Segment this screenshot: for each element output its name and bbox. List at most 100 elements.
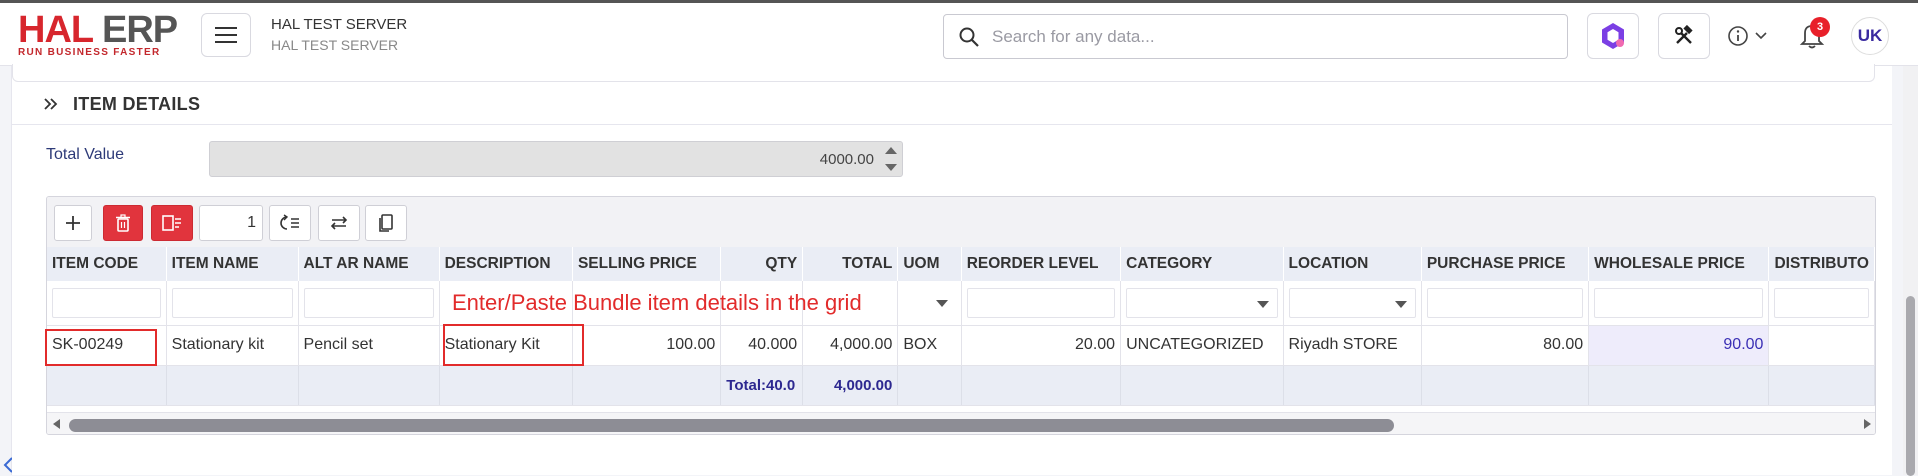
total-cell-empty: [961, 365, 1122, 406]
filter-distributor[interactable]: [1768, 281, 1875, 326]
search-icon: [959, 27, 979, 47]
swap-button[interactable]: [318, 205, 360, 241]
annotation-hint: Enter/Paste Bundle item details in the g…: [452, 290, 862, 315]
total-cell-empty: [1283, 365, 1422, 406]
user-avatar[interactable]: UK: [1851, 17, 1889, 55]
filter-item-name[interactable]: [166, 281, 299, 326]
col-item-code[interactable]: ITEM CODE: [47, 247, 167, 281]
row-count-input[interactable]: 1: [199, 205, 263, 241]
items-table: ITEM CODE ITEM NAME ALT AR NAME DESCRIPT…: [47, 247, 1875, 406]
cell-total[interactable]: 4,000.00: [802, 325, 899, 366]
col-uom[interactable]: UOM: [897, 247, 962, 281]
cell-item-name[interactable]: Stationary kit: [166, 325, 299, 366]
total-value: 4000.00: [819, 151, 874, 168]
filter-wholesale-price[interactable]: [1588, 281, 1770, 326]
col-total[interactable]: TOTAL: [802, 247, 899, 281]
insert-rows-button[interactable]: [269, 205, 311, 241]
cell-category[interactable]: UNCATEGORIZED: [1120, 325, 1284, 366]
insert-rows-icon: [280, 214, 299, 230]
filter-location[interactable]: [1283, 281, 1422, 326]
filter-category[interactable]: [1120, 281, 1284, 326]
totals-row: Total:40.0 4,000.00: [47, 365, 1875, 406]
delete-row-button[interactable]: [103, 205, 143, 241]
cell-location[interactable]: Riyadh STORE: [1283, 325, 1422, 366]
total-value-field: 4000.00: [209, 141, 903, 177]
logo-text-hal: HAL: [18, 9, 93, 51]
filter-purchase-price[interactable]: [1421, 281, 1590, 326]
scroll-left-icon[interactable]: [53, 419, 60, 429]
filter-reorder-level[interactable]: [961, 281, 1122, 326]
app-logo-icon: [1602, 23, 1624, 49]
help-dropdown[interactable]: [1727, 21, 1777, 51]
cell-reorder-level[interactable]: 20.00: [961, 325, 1122, 366]
notification-badge: 3: [1810, 17, 1830, 37]
page-scrollbar-thumb[interactable]: [1906, 296, 1915, 476]
chevron-down-icon: [1394, 300, 1407, 308]
highlight-item-code: [45, 329, 157, 366]
filter-uom[interactable]: [897, 281, 962, 326]
col-selling-price[interactable]: SELLING PRICE: [572, 247, 722, 281]
hamburger-menu-button[interactable]: [201, 13, 251, 57]
col-category[interactable]: CATEGORY: [1120, 247, 1284, 281]
col-item-name[interactable]: ITEM NAME: [166, 247, 299, 281]
cell-wholesale-price[interactable]: 90.00: [1588, 325, 1770, 366]
spin-up-icon: [885, 147, 897, 154]
section-header[interactable]: ITEM DETAILS: [43, 90, 200, 118]
tools-button[interactable]: [1658, 13, 1710, 59]
col-reorder-level[interactable]: REORDER LEVEL: [961, 247, 1122, 281]
col-location[interactable]: LOCATION: [1283, 247, 1422, 281]
section-divider: [12, 124, 1892, 125]
chevron-down-icon: [1755, 32, 1767, 40]
tools-icon: [1675, 25, 1693, 44]
filter-alt-ar-name[interactable]: [298, 281, 440, 326]
add-row-button[interactable]: [54, 205, 92, 241]
scroll-right-icon[interactable]: [1864, 419, 1871, 429]
total-cell-empty: [47, 365, 167, 406]
cell-qty[interactable]: 40.000: [720, 325, 804, 366]
top-bar: HAL ERP RUN BUSINESS FASTER HAL TEST SER…: [0, 0, 1918, 66]
total-cell-empty: [439, 365, 573, 406]
copy-button[interactable]: [365, 205, 407, 241]
item-grid: 1 ITEM CODE ITEM NAME ALT AR NAME DESCRI…: [46, 196, 1876, 435]
col-distributor[interactable]: DISTRIBUTO: [1768, 247, 1875, 281]
total-cell-empty: [572, 365, 722, 406]
chevron-down-icon: [1256, 300, 1269, 308]
header-row: ITEM CODE ITEM NAME ALT AR NAME DESCRIPT…: [47, 247, 1875, 281]
col-purchase-price[interactable]: PURCHASE PRICE: [1421, 247, 1590, 281]
horizontal-scrollbar[interactable]: [47, 412, 1875, 434]
total-cell-empty: [1588, 365, 1770, 406]
search-input[interactable]: [992, 23, 1552, 51]
col-alt-ar-name[interactable]: ALT AR NAME: [298, 247, 440, 281]
cell-distributor[interactable]: [1768, 325, 1875, 366]
total-cell-empty: [298, 365, 440, 406]
copy-icon: [379, 214, 393, 232]
cell-selling-price[interactable]: 100.00: [572, 325, 722, 366]
info-icon: [1728, 26, 1748, 46]
qty-total: Total:40.0: [720, 365, 804, 406]
cell-alt-ar-name[interactable]: Pencil set: [298, 325, 440, 366]
trash-icon: [116, 214, 130, 232]
total-value-label: Total Value: [46, 146, 124, 163]
app-launcher-button[interactable]: [1587, 13, 1639, 59]
logo-text-erp: ERP: [101, 9, 178, 51]
chevron-down-icon: [935, 299, 948, 307]
total-cell-empty: [1768, 365, 1875, 406]
page-vertical-scrollbar[interactable]: [1903, 66, 1918, 476]
global-search[interactable]: [943, 14, 1568, 59]
scrollbar-thumb[interactable]: [69, 419, 1394, 432]
col-description[interactable]: DESCRIPTION: [439, 247, 573, 281]
double-chevron-icon[interactable]: [43, 96, 59, 112]
grid-toolbar: 1: [47, 197, 1875, 247]
spin-down-icon: [885, 164, 897, 171]
hal-erp-logo[interactable]: HAL ERP RUN BUSINESS FASTER: [18, 9, 183, 58]
hamburger-icon: [215, 27, 237, 43]
cell-uom[interactable]: BOX: [897, 325, 962, 366]
delete-all-button[interactable]: [151, 205, 193, 241]
col-wholesale-price[interactable]: WHOLESALE PRICE: [1588, 247, 1770, 281]
swap-arrows-icon: [330, 216, 348, 230]
table-row[interactable]: SK-00249 Stationary kit Pencil set Stati…: [47, 325, 1875, 366]
col-qty[interactable]: QTY: [720, 247, 804, 281]
total-cell-empty: [1120, 365, 1284, 406]
cell-purchase-price[interactable]: 80.00: [1421, 325, 1590, 366]
filter-item-code[interactable]: [47, 281, 167, 326]
